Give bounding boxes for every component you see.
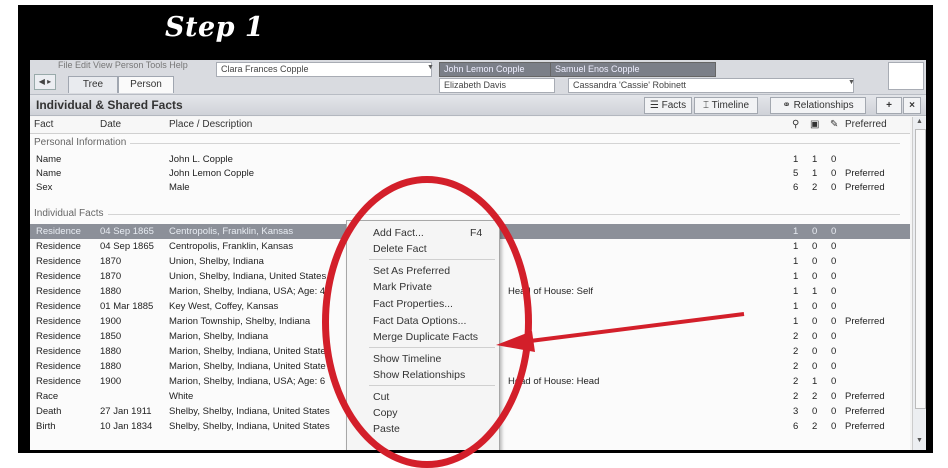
annotation-arrow bbox=[496, 312, 745, 352]
